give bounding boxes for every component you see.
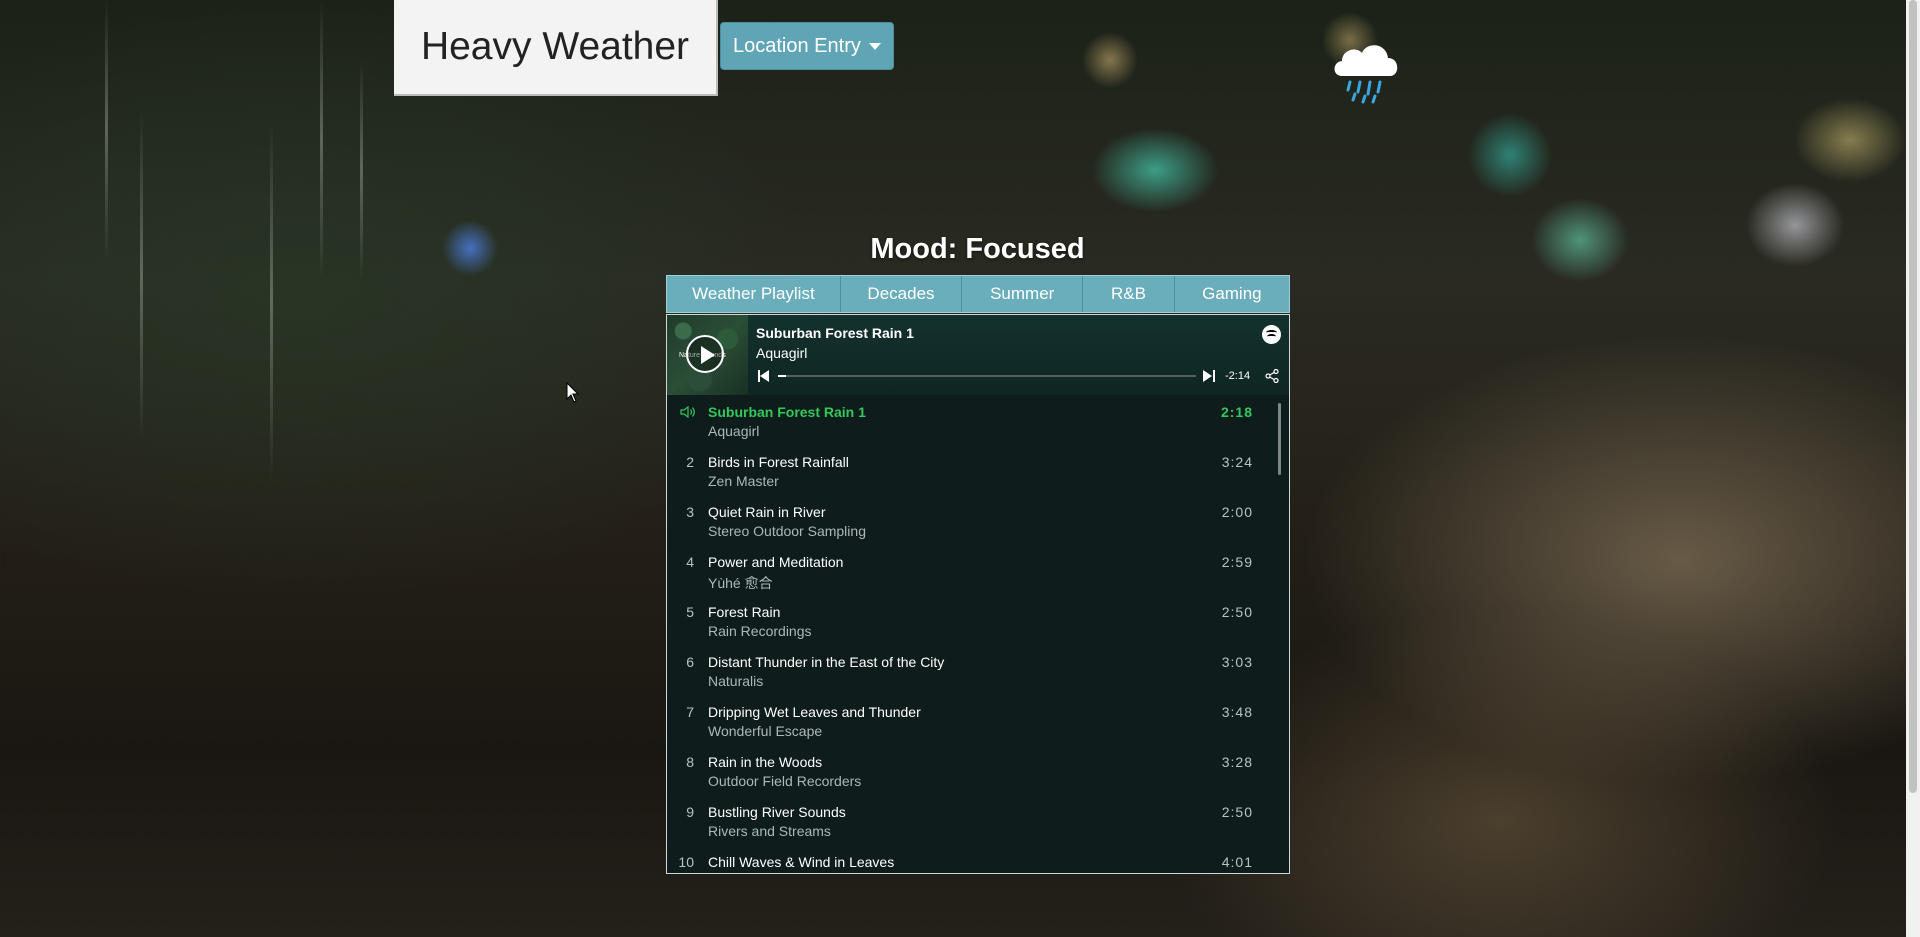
track-number: 8 — [686, 754, 694, 770]
track-row[interactable]: 6 Distant Thunder in the East of the Cit… — [667, 645, 1289, 695]
track-duration: 2:50 — [1221, 604, 1253, 620]
spotify-logo-icon[interactable] — [1262, 325, 1281, 344]
chevron-down-icon — [868, 42, 881, 50]
tab-rnb[interactable]: R&B — [1083, 276, 1175, 312]
spotify-player: Nature Sounds Suburban Forest Rain 1 Aqu… — [666, 314, 1290, 874]
track-duration: 3:24 — [1221, 454, 1253, 470]
page-scrollbar-thumb[interactable] — [1909, 0, 1917, 793]
track-row[interactable]: 9 Bustling River Sounds Rivers and Strea… — [667, 795, 1289, 845]
track-row[interactable]: 4 Power and Meditation Yùhé 愈合 2:59 — [667, 545, 1289, 595]
track-row[interactable]: Suburban Forest Rain 1 Aquagirl 2:18 — [667, 395, 1289, 445]
playlist-tabs: Weather Playlist Decades Summer R&B Gami… — [666, 275, 1290, 313]
track-duration: 2:50 — [1221, 804, 1253, 820]
play-button[interactable] — [686, 335, 724, 373]
track-title: Birds in Forest Rainfall — [708, 454, 849, 470]
rain-streak — [140, 110, 143, 440]
track-row[interactable]: 3 Quiet Rain in River Stereo Outdoor Sam… — [667, 495, 1289, 545]
progress-fill — [778, 375, 787, 377]
track-artist: Aquagirl — [708, 423, 760, 439]
tab-gaming[interactable]: Gaming — [1175, 276, 1289, 312]
track-row[interactable]: 8 Rain in the Woods Outdoor Field Record… — [667, 745, 1289, 795]
track-duration: 3:28 — [1221, 754, 1253, 770]
track-title: Suburban Forest Rain 1 — [708, 404, 866, 420]
tab-decades[interactable]: Decades — [841, 276, 963, 312]
album-cover: Nature Sounds — [667, 315, 748, 395]
mood-heading: Mood: Focused — [870, 233, 1085, 265]
speaker-icon — [680, 406, 695, 418]
track-row[interactable]: 7 Dripping Wet Leaves and Thunder Wonder… — [667, 695, 1289, 745]
track-artist: Wonderful Escape — [708, 723, 823, 739]
time-remaining: -2:14 — [1225, 370, 1251, 382]
track-duration: 2:18 — [1220, 404, 1253, 420]
location-entry-label: Location Entry — [733, 34, 861, 57]
track-artist: Rivers and Streams — [708, 823, 831, 839]
track-duration: 2:00 — [1221, 504, 1253, 520]
track-number: 5 — [686, 604, 694, 620]
track-artist: Yùhé 愈合 — [708, 575, 773, 591]
track-artist: Zen Master — [708, 473, 779, 489]
rain-streak — [270, 120, 273, 480]
share-icon[interactable] — [1265, 369, 1279, 383]
now-playing-artist[interactable]: Aquagirl — [756, 345, 807, 361]
track-duration: 3:48 — [1221, 704, 1253, 720]
page-scrollbar[interactable] — [1906, 0, 1920, 937]
track-list: Suburban Forest Rain 1 Aquagirl 2:18 2 B… — [667, 395, 1289, 873]
track-list-scrollbar[interactable] — [1278, 403, 1281, 475]
track-number: 2 — [686, 454, 694, 470]
track-title: Chill Waves & Wind in Leaves — [708, 854, 895, 870]
next-track-icon[interactable] — [1203, 370, 1215, 382]
track-artist: Outdoor Field Recorders — [708, 773, 862, 789]
track-title: Rain in the Woods — [708, 754, 823, 770]
now-playing-title[interactable]: Suburban Forest Rain 1 — [756, 325, 914, 341]
track-duration: 4:01 — [1221, 854, 1253, 870]
track-artist: Stereo Outdoor Sampling — [708, 523, 866, 539]
tab-weather-playlist[interactable]: Weather Playlist — [667, 276, 841, 312]
track-number: 9 — [686, 804, 694, 820]
track-title: Forest Rain — [708, 604, 781, 620]
track-row[interactable]: 2 Birds in Forest Rainfall Zen Master 3:… — [667, 445, 1289, 495]
track-title: Power and Meditation — [708, 554, 844, 570]
track-title: Dripping Wet Leaves and Thunder — [708, 704, 921, 720]
rain-streak — [105, 0, 108, 260]
location-entry-dropdown[interactable]: Location Entry — [720, 22, 894, 70]
track-row[interactable]: 10 Chill Waves & Wind in Leaves 4:01 — [667, 845, 1289, 873]
track-title: Bustling River Sounds — [708, 804, 846, 820]
track-number: 3 — [686, 504, 694, 520]
track-duration: 2:59 — [1221, 554, 1253, 570]
track-number: 7 — [686, 704, 694, 720]
track-artist: Rain Recordings — [708, 623, 812, 639]
previous-track-icon[interactable] — [758, 370, 770, 382]
tab-summer[interactable]: Summer — [962, 276, 1084, 312]
track-row[interactable]: 5 Forest Rain Rain Recordings 2:50 — [667, 595, 1289, 645]
track-duration: 3:03 — [1221, 654, 1253, 670]
rain-cloud-icon — [1334, 45, 1398, 104]
mouse-cursor-icon — [566, 382, 580, 403]
track-title: Distant Thunder in the East of the City — [708, 654, 945, 670]
track-number: 4 — [686, 554, 694, 570]
track-number: 6 — [686, 654, 694, 670]
progress-bar[interactable] — [778, 375, 1196, 377]
track-number: 10 — [678, 854, 694, 870]
track-artist: Naturalis — [708, 673, 764, 689]
brand-title[interactable]: Heavy Weather — [394, 0, 718, 96]
now-playing: Nature Sounds Suburban Forest Rain 1 Aqu… — [667, 315, 1289, 395]
track-title: Quiet Rain in River — [708, 504, 826, 520]
